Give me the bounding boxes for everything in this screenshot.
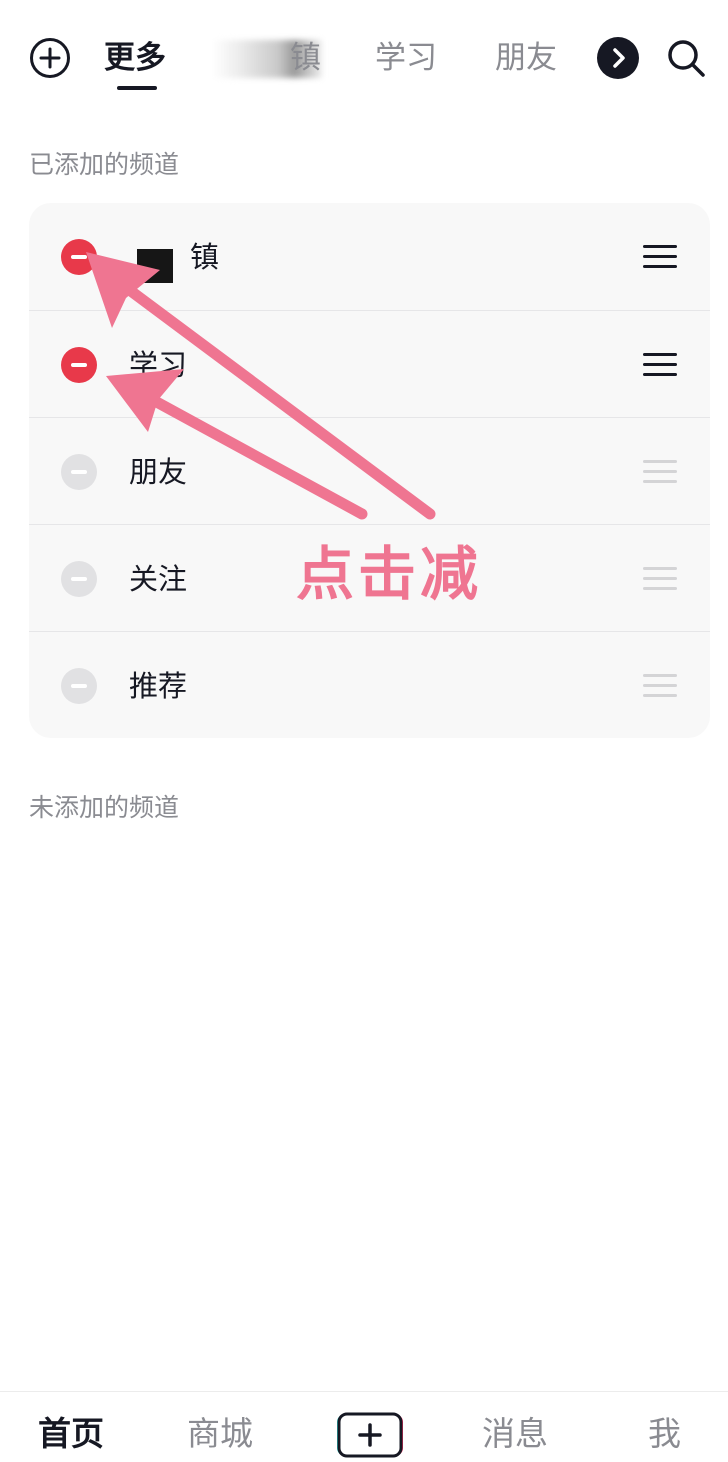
tab-more[interactable]: 更多 bbox=[104, 36, 166, 80]
channel-label: 朋友 bbox=[129, 455, 188, 489]
added-channels-title: 已添加的频道 bbox=[29, 150, 180, 179]
minus-circle-icon bbox=[71, 470, 87, 474]
remove-channel-button-disabled bbox=[61, 561, 97, 597]
not-added-channels-title: 未添加的频道 bbox=[29, 793, 180, 822]
nav-me[interactable]: 我 bbox=[648, 1412, 681, 1456]
minus-circle-icon bbox=[71, 577, 87, 581]
remove-channel-button[interactable] bbox=[61, 347, 97, 383]
more-tabs-button[interactable] bbox=[597, 37, 639, 79]
channel-label: 镇 bbox=[190, 240, 220, 274]
remove-channel-button-disabled bbox=[61, 668, 97, 704]
channel-label: 推荐 bbox=[129, 669, 188, 703]
add-channel-icon[interactable] bbox=[29, 37, 71, 79]
drag-handle-icon bbox=[643, 460, 677, 484]
minus-circle-icon bbox=[71, 255, 87, 259]
tab-town[interactable]: 镇 bbox=[290, 36, 321, 80]
channel-row-town: 镇 bbox=[29, 203, 710, 310]
publish-button[interactable] bbox=[336, 1412, 404, 1458]
added-channels-list: 镇 学习 朋友 关注 推荐 bbox=[29, 203, 710, 738]
minus-circle-icon bbox=[71, 363, 87, 367]
redacted-text bbox=[137, 249, 173, 283]
active-tab-indicator bbox=[117, 86, 157, 90]
bottom-navigation: 首页 商城 消息 我 bbox=[0, 1391, 728, 1462]
chevron-right-icon bbox=[613, 48, 625, 68]
minus-circle-icon bbox=[71, 684, 87, 688]
tab-study[interactable]: 学习 bbox=[375, 36, 437, 80]
drag-handle-icon bbox=[643, 567, 677, 591]
remove-channel-button-disabled bbox=[61, 454, 97, 490]
tab-friends[interactable]: 朋友 bbox=[495, 36, 557, 80]
nav-mall[interactable]: 商城 bbox=[187, 1412, 253, 1456]
remove-channel-button[interactable] bbox=[61, 239, 97, 275]
channel-label: 关注 bbox=[129, 562, 188, 596]
channel-label: 学习 bbox=[129, 348, 188, 382]
channel-row-recommended: 推荐 bbox=[29, 631, 710, 738]
nav-messages[interactable]: 消息 bbox=[482, 1412, 548, 1456]
channel-row-study: 学习 bbox=[29, 310, 710, 418]
drag-handle-icon bbox=[643, 674, 677, 698]
drag-handle-icon[interactable] bbox=[643, 245, 677, 269]
annotation-tap-to-remove: 点击减 bbox=[296, 540, 483, 608]
nav-home[interactable]: 首页 bbox=[38, 1412, 104, 1456]
drag-handle-icon[interactable] bbox=[643, 353, 677, 377]
search-icon[interactable] bbox=[664, 36, 708, 80]
top-tab-bar: 更多 镇 学习 朋友 bbox=[0, 0, 728, 115]
channel-row-friends: 朋友 bbox=[29, 417, 710, 525]
